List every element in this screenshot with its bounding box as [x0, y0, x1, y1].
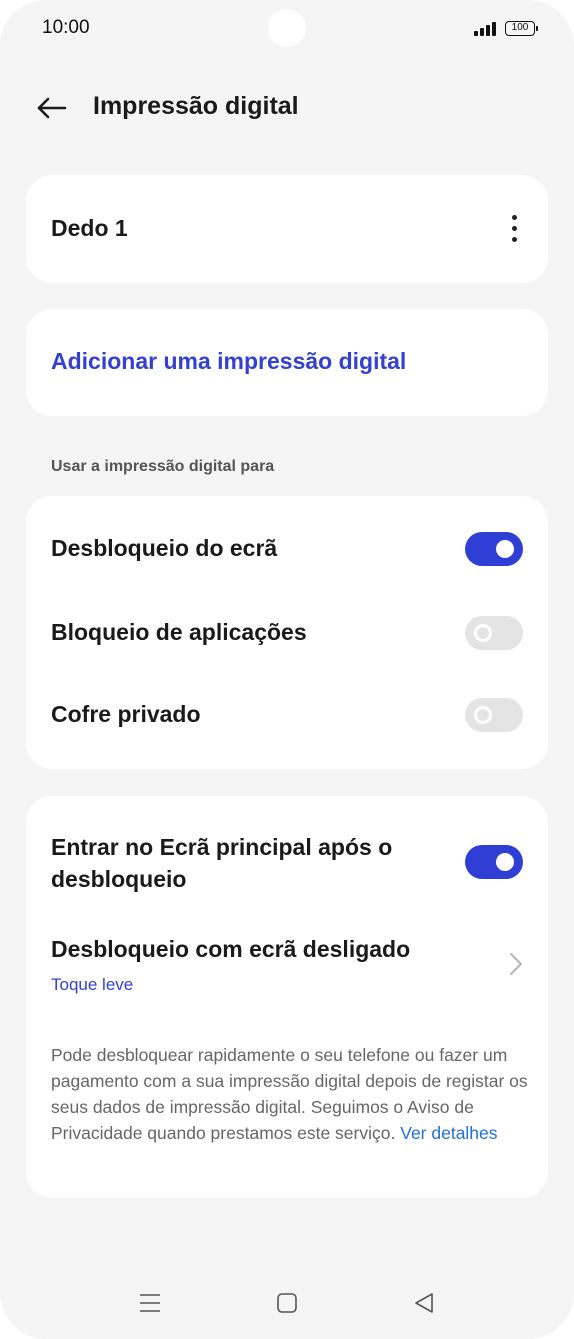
- phone-screen: 10:00 100 Impressão digital Dedo 1 Adici…: [0, 0, 574, 1339]
- setting-label-app-lock: Bloqueio de aplicações: [51, 619, 307, 645]
- more-settings-card: Entrar no Ecrã principal após o desbloqu…: [26, 796, 548, 1198]
- add-fingerprint-link[interactable]: Adicionar uma impressão digital: [51, 348, 406, 375]
- privacy-description: Pode desbloquear rapidamente o seu telef…: [51, 1045, 528, 1143]
- arrow-left-icon: [37, 97, 67, 119]
- fingerprint-name: Dedo 1: [51, 215, 128, 241]
- setting-label-private-safe: Cofre privado: [51, 701, 201, 727]
- setting-row-home-after-unlock[interactable]: Entrar no Ecrã principal após o desbloqu…: [26, 816, 548, 926]
- toggle-screen-unlock[interactable]: [465, 532, 523, 566]
- toggle-private-safe[interactable]: [465, 698, 523, 732]
- toggle-knob: [496, 853, 514, 871]
- setting-row-private-safe[interactable]: Cofre privado: [26, 682, 548, 752]
- section-header-use-for: Usar a impressão digital para: [51, 458, 275, 475]
- menu-icon: [140, 1294, 160, 1312]
- setting-label-screen-unlock: Desbloqueio do ecrã: [51, 535, 278, 561]
- toggle-knob: [474, 624, 492, 642]
- signal-icon: [474, 22, 498, 36]
- toggle-home-after-unlock[interactable]: [465, 845, 523, 879]
- setting-row-screen-unlock[interactable]: Desbloqueio do ecrã: [26, 516, 548, 586]
- front-camera-cutout: [268, 9, 306, 47]
- chevron-right-icon: [510, 953, 522, 975]
- more-options-button[interactable]: [504, 211, 524, 247]
- page-title: Impressão digital: [93, 92, 299, 120]
- nav-menu-button[interactable]: [135, 1288, 165, 1318]
- status-time: 10:00: [42, 17, 90, 38]
- more-vertical-icon: [512, 215, 517, 220]
- nav-back-button[interactable]: [409, 1288, 439, 1318]
- battery-icon: 100: [505, 21, 538, 36]
- use-fingerprint-card: Desbloqueio do ecrã Bloqueio de aplicaçõ…: [26, 496, 548, 769]
- see-details-link[interactable]: Ver detalhes: [400, 1123, 497, 1143]
- toggle-app-lock[interactable]: [465, 616, 523, 650]
- screen-off-unlock-value: Toque leve: [51, 975, 134, 994]
- back-triangle-icon: [415, 1293, 433, 1313]
- nav-home-button[interactable]: [272, 1288, 302, 1318]
- add-fingerprint-card[interactable]: Adicionar uma impressão digital: [26, 309, 548, 416]
- setting-row-screen-off-unlock[interactable]: Desbloqueio com ecrã desligado Toque lev…: [26, 931, 548, 1011]
- setting-label-home-after-unlock: Entrar no Ecrã principal após o desbloqu…: [51, 834, 393, 892]
- toggle-knob: [474, 706, 492, 724]
- toggle-knob: [496, 540, 514, 558]
- setting-label-screen-off-unlock: Desbloqueio com ecrã desligado: [51, 936, 411, 962]
- status-bar: 10:00 100: [0, 0, 574, 60]
- home-square-icon: [277, 1293, 297, 1313]
- fingerprint-item-card[interactable]: Dedo 1: [26, 175, 548, 283]
- setting-row-app-lock[interactable]: Bloqueio de aplicações: [26, 600, 548, 670]
- back-button[interactable]: [34, 90, 70, 126]
